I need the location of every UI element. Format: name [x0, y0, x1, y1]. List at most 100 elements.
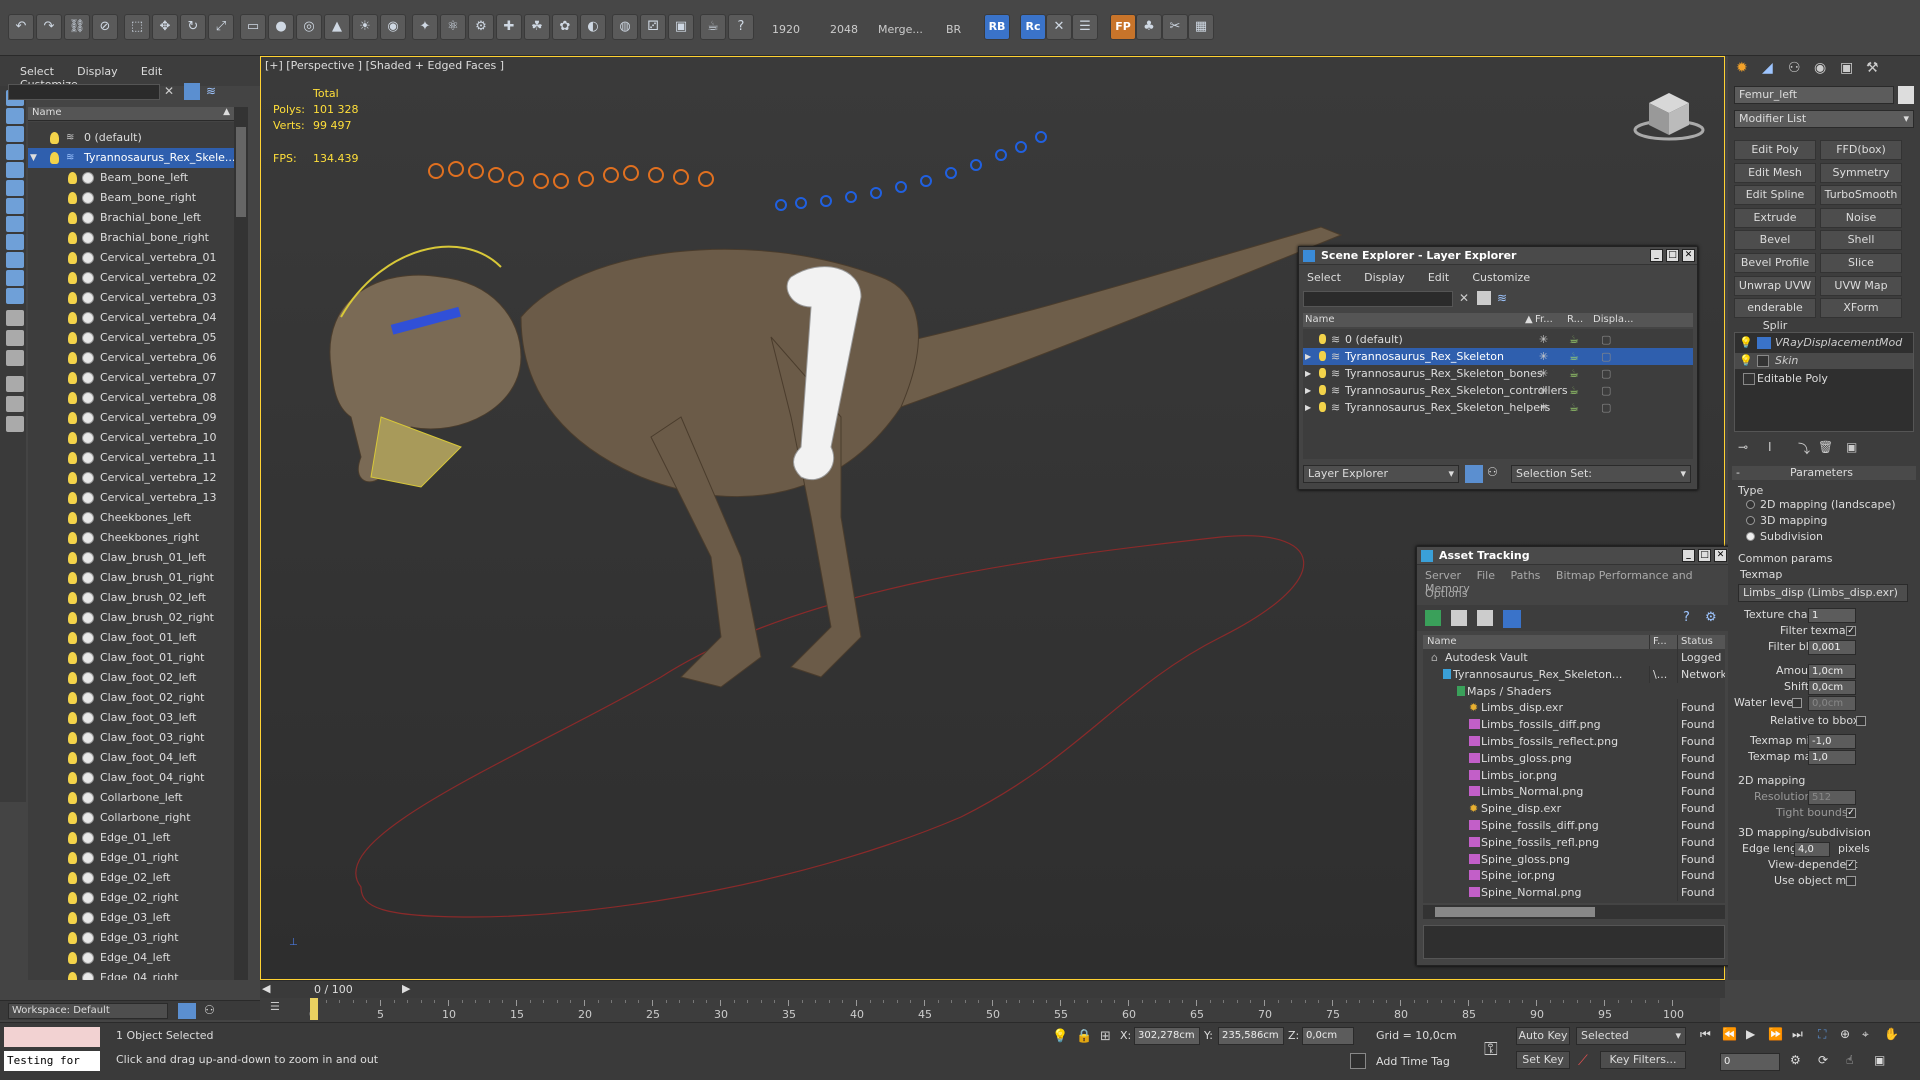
play-icon[interactable]: ▶	[1746, 1027, 1755, 1041]
next-key-icon[interactable]: ⏩	[1768, 1027, 1783, 1041]
tree-bone-item[interactable]: Edge_03_right	[28, 928, 234, 948]
time-slider[interactable]: ◀ 0 / 100 ▶	[260, 980, 1725, 998]
view-dependent-checkbox[interactable]: ✓	[1846, 860, 1856, 870]
tree-bone-item[interactable]: Edge_01_right	[28, 848, 234, 868]
amount-field[interactable]: 1,0cm	[1808, 664, 1856, 679]
visibility-icon[interactable]	[68, 532, 77, 544]
minimize-button[interactable]: _	[1682, 549, 1695, 562]
visibility-icon[interactable]	[68, 312, 77, 324]
visibility-icon[interactable]	[68, 412, 77, 424]
table-icon[interactable]: ▦	[1188, 14, 1214, 40]
utilities-tab-icon[interactable]: ⚒	[1866, 60, 1879, 76]
help-icon[interactable]: ?	[1683, 610, 1690, 625]
layer-row[interactable]: ▶ ≋ Tyrannosaurus_Rex_Skeleton ✳ ☕ ▢	[1303, 348, 1693, 365]
helpers-filter-icon[interactable]	[6, 216, 24, 232]
sync-selection-icon[interactable]	[6, 396, 24, 412]
layer-sort-icon[interactable]: ≋	[206, 84, 216, 98]
maximize-viewport-icon[interactable]: ▣	[1874, 1053, 1885, 1067]
asset-list[interactable]: ⌂Autodesk VaultLogged OuTyrannosaurus_Re…	[1423, 649, 1725, 903]
zoom-icon[interactable]: ⊕	[1840, 1027, 1850, 1041]
visibility-icon[interactable]	[68, 332, 77, 344]
make-unique-icon[interactable]: ⤵	[1798, 440, 1810, 457]
texmap-max-field[interactable]: 1,0	[1808, 750, 1856, 765]
zoom-extents-icon[interactable]: ⛶	[1818, 1027, 1826, 1042]
display-invert-icon[interactable]	[6, 126, 24, 142]
asset-row[interactable]: Maps / Shaders	[1423, 683, 1725, 700]
render-icon[interactable]: ☕	[1569, 382, 1579, 399]
hair-icon[interactable]: ☘	[524, 14, 550, 40]
scrollbar-thumb[interactable]	[1435, 907, 1595, 917]
layer-explorer-titlebar[interactable]: Scene Explorer - Layer Explorer _ □ ✕	[1299, 247, 1697, 265]
shift-field[interactable]: 0,0cm	[1808, 680, 1856, 695]
redo-icon[interactable]: ↷	[36, 14, 62, 40]
radio-3d-mapping[interactable]	[1746, 516, 1755, 525]
tree-bone-item[interactable]: Cervical_vertebra_04	[28, 308, 234, 328]
rc-button[interactable]: Rc	[1020, 14, 1046, 40]
workspace-dropdown[interactable]: Workspace: Default	[8, 1003, 168, 1019]
shapes-filter-icon[interactable]	[6, 162, 24, 178]
select-rotate-icon[interactable]: ↻	[180, 14, 206, 40]
visibility-icon[interactable]	[68, 352, 77, 364]
asset-row[interactable]: Limbs_fossils_diff.png Found	[1423, 716, 1725, 734]
col-status[interactable]: Status	[1677, 635, 1713, 649]
tree-bone-item[interactable]: Brachial_bone_left	[28, 208, 234, 228]
asset-row[interactable]: ✹ Limbs_disp.exr Found	[1423, 699, 1725, 717]
expand-icon[interactable]	[1743, 373, 1755, 385]
teapot-icon[interactable]: ◉	[380, 14, 406, 40]
viewcube-icon[interactable]	[1631, 85, 1711, 145]
modifier-button[interactable]: Slice	[1820, 253, 1902, 273]
maxscript-listener-top[interactable]	[4, 1027, 100, 1047]
scene-search-input[interactable]	[8, 84, 160, 100]
scene-tree-header[interactable]: Name ▲	[28, 107, 234, 121]
menu-display[interactable]: Display	[77, 65, 118, 78]
tree-layer-skeleton[interactable]: ▼ ≋ Tyrannosaurus_Rex_Skele...	[28, 148, 234, 168]
visibility-icon[interactable]	[68, 932, 77, 944]
cameras-filter-icon[interactable]	[6, 198, 24, 214]
tail-controllers[interactable]	[775, 131, 1047, 211]
layer-mode-icon[interactable]	[1465, 465, 1483, 483]
display-mode-icon[interactable]: ▢	[1601, 348, 1611, 365]
visibility-icon[interactable]	[68, 572, 77, 584]
visibility-icon[interactable]	[68, 872, 77, 884]
visibility-icon[interactable]	[68, 652, 77, 664]
expand-arrow-icon[interactable]: ▶	[1305, 348, 1311, 365]
modifier-button[interactable]: Edit Spline	[1734, 185, 1816, 206]
menu-select[interactable]: Select	[1307, 271, 1341, 284]
tools-icon[interactable]: ✕	[1046, 14, 1072, 40]
tree-bone-item[interactable]: Cervical_vertebra_06	[28, 348, 234, 368]
layer-visibility-icon[interactable]	[1319, 385, 1326, 395]
visibility-icon[interactable]	[68, 192, 77, 204]
expand-arrow-icon[interactable]: ▶	[1305, 382, 1311, 399]
geometry-filter-icon[interactable]	[6, 144, 24, 160]
visibility-icon[interactable]	[68, 712, 77, 724]
tree-bone-item[interactable]: Claw_foot_04_left	[28, 748, 234, 768]
material-editor-icon[interactable]: ◍	[612, 14, 638, 40]
layer-row[interactable]: ≋ 0 (default) ✳ ☕ ▢	[1303, 331, 1693, 348]
scene-tree-scrollbar[interactable]	[234, 107, 248, 980]
visibility-icon[interactable]	[68, 612, 77, 624]
maximize-button[interactable]: □	[1698, 549, 1711, 562]
visibility-icon[interactable]	[68, 472, 77, 484]
render-icon[interactable]: ☕	[1569, 348, 1579, 365]
bones-filter-icon[interactable]	[6, 288, 24, 304]
render-icon[interactable]: ☕	[1569, 331, 1579, 348]
tree-bone-item[interactable]: Cervical_vertebra_07	[28, 368, 234, 388]
layer-explorer-header[interactable]: Name ▲ Fr... R... Displa...	[1303, 313, 1693, 327]
select-scale-icon[interactable]: ⤢	[208, 14, 234, 40]
current-frame-field[interactable]: 0	[1720, 1053, 1780, 1071]
tree-bone-item[interactable]: Edge_03_left	[28, 908, 234, 928]
layer-search-input[interactable]	[1303, 291, 1453, 307]
menu-select[interactable]: Select	[20, 65, 54, 78]
menu-edit[interactable]: Edit	[141, 65, 162, 78]
resolution-field[interactable]: 512	[1808, 790, 1856, 805]
tree-bone-item[interactable]: Claw_foot_01_right	[28, 648, 234, 668]
visibility-icon[interactable]	[68, 952, 77, 964]
modifier-button[interactable]: enderable Splir	[1734, 298, 1816, 332]
modifier-button[interactable]: FFD(box)	[1820, 140, 1902, 160]
display-tab-icon[interactable]: ▣	[1840, 60, 1853, 76]
modifier-button[interactable]: TurboSmooth	[1820, 185, 1902, 206]
object-name-field[interactable]: Femur_left	[1734, 86, 1894, 104]
tree-bone-item[interactable]: Claw_foot_02_left	[28, 668, 234, 688]
motion-tab-icon[interactable]: ◉	[1814, 60, 1826, 76]
key-set-dropdown[interactable]: Selected ▾	[1576, 1027, 1686, 1045]
